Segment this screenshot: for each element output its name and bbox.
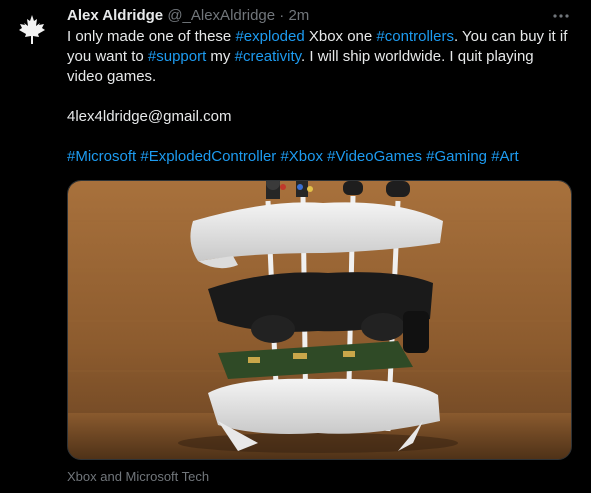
text-segment: Xbox one [304,28,377,45]
tweet: Alex Aldridge @_AlexAldridge · 2m I only… [0,0,591,493]
hashtag-art[interactable]: #Art [491,148,519,165]
tweet-image[interactable] [67,180,572,460]
email-address: 4lex4ldridge@gmail.com [67,108,232,125]
author-name[interactable]: Alex Aldridge [67,7,163,24]
maple-leaf-icon [19,15,45,44]
exploded-controller-photo [68,181,571,459]
separator-dot: · [279,7,285,24]
tweet-paragraph: I only made one of these #exploded Xbox … [67,27,572,87]
media-caption[interactable]: Xbox and Microsoft Tech [67,469,209,484]
hashtag-support[interactable]: #support [148,48,206,65]
hashtag-xbox[interactable]: #Xbox [280,148,323,165]
tweet-text: I only made one of these #exploded Xbox … [67,27,572,167]
text-segment: I only made one of these [67,28,236,45]
hashtag-videogames[interactable]: #VideoGames [327,148,422,165]
more-options-button[interactable] [551,6,571,26]
timestamp[interactable]: 2m [288,7,309,24]
author-handle[interactable]: @_AlexAldridge [167,7,275,24]
hashtag-microsoft[interactable]: #Microsoft [67,148,136,165]
tweet-header: Alex Aldridge @_AlexAldridge · 2m [67,6,309,25]
hashtag-list: #Microsoft #ExplodedController #Xbox #Vi… [67,147,572,167]
hashtag-controllers[interactable]: #controllers [376,28,454,45]
avatar[interactable] [14,12,50,48]
hashtag-exploded[interactable]: #exploded [235,28,304,45]
more-options-icon [553,14,569,18]
hashtag-explodedcontroller[interactable]: #ExplodedController [140,148,276,165]
hashtag-gaming[interactable]: #Gaming [426,148,487,165]
hashtag-creativity[interactable]: #creativity [235,48,301,65]
text-segment: my [206,48,235,65]
